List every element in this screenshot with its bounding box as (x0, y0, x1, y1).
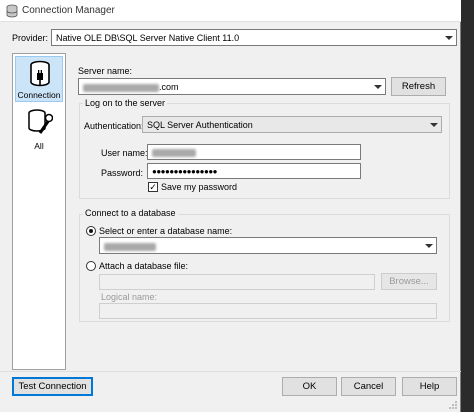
resize-grip-icon[interactable] (448, 400, 458, 410)
provider-dropdown[interactable]: Native OLE DB\SQL Server Native Client 1… (51, 29, 457, 46)
server-name-combo[interactable]: .com (78, 78, 386, 95)
logical-name-label: Logical name: (101, 292, 158, 302)
redacted-username-text (152, 148, 196, 157)
database-file-input[interactable] (99, 274, 375, 290)
select-database-label: Select or enter a database name: (99, 226, 233, 236)
database-group-title: Connect to a database (83, 208, 178, 218)
server-name-value: .com (83, 82, 179, 92)
database-name-value (104, 241, 156, 251)
page-selector-sidebar: Connection All (12, 53, 66, 370)
all-properties-icon (28, 109, 53, 134)
server-name-suffix: .com (159, 82, 179, 92)
save-password-checkbox[interactable]: ✓ (148, 182, 158, 192)
database-name-combo[interactable] (99, 237, 437, 254)
attach-database-radio[interactable] (86, 261, 96, 271)
provider-value: Native OLE DB\SQL Server Native Client 1… (56, 33, 240, 43)
save-password-label: Save my password (161, 182, 238, 192)
redacted-database-text (104, 242, 156, 251)
select-database-radio[interactable] (86, 226, 96, 236)
chevron-down-icon[interactable] (442, 30, 456, 45)
username-label: User name: (101, 148, 148, 158)
connection-manager-window: Connection Manager Provider: Native OLE … (0, 0, 461, 412)
chevron-down-icon[interactable] (422, 238, 436, 253)
refresh-button[interactable]: Refresh (391, 77, 446, 96)
cancel-button[interactable]: Cancel (341, 377, 396, 396)
logon-group-title: Log on to the server (83, 98, 168, 108)
window-title: Connection Manager (22, 5, 115, 16)
title-bar: Connection Manager (0, 0, 461, 22)
background-editor-area (461, 0, 474, 412)
server-name-label: Server name: (78, 66, 133, 76)
username-value (152, 147, 196, 157)
provider-label: Provider: (12, 33, 49, 43)
authentication-label: Authentication: (84, 121, 144, 131)
sidebar-item-all[interactable]: All (15, 106, 63, 152)
footer-divider (0, 371, 461, 372)
username-input[interactable] (147, 144, 361, 160)
test-connection-button[interactable]: Test Connection (12, 377, 93, 396)
database-app-icon (6, 4, 18, 18)
connection-icon (30, 60, 50, 87)
ok-button[interactable]: OK (282, 377, 337, 396)
chevron-down-icon[interactable] (427, 117, 441, 132)
sidebar-item-connection[interactable]: Connection (15, 56, 63, 102)
help-button[interactable]: Help (402, 377, 457, 396)
checkmark-icon: ✓ (149, 182, 157, 192)
sidebar-item-label: Connection (17, 90, 61, 100)
authentication-value: SQL Server Authentication (147, 120, 253, 130)
logical-name-input[interactable] (99, 303, 437, 319)
password-label: Password: (101, 168, 144, 178)
authentication-dropdown[interactable]: SQL Server Authentication (142, 116, 442, 133)
chevron-down-icon[interactable] (371, 79, 385, 94)
redacted-server-text (83, 83, 159, 92)
password-input[interactable]: ●●●●●●●●●●●●●●● (147, 163, 361, 179)
attach-database-label: Attach a database file: (99, 261, 189, 271)
sidebar-item-label: All (34, 141, 44, 151)
password-value: ●●●●●●●●●●●●●●● (152, 167, 217, 176)
browse-button[interactable]: Browse... (381, 273, 437, 290)
